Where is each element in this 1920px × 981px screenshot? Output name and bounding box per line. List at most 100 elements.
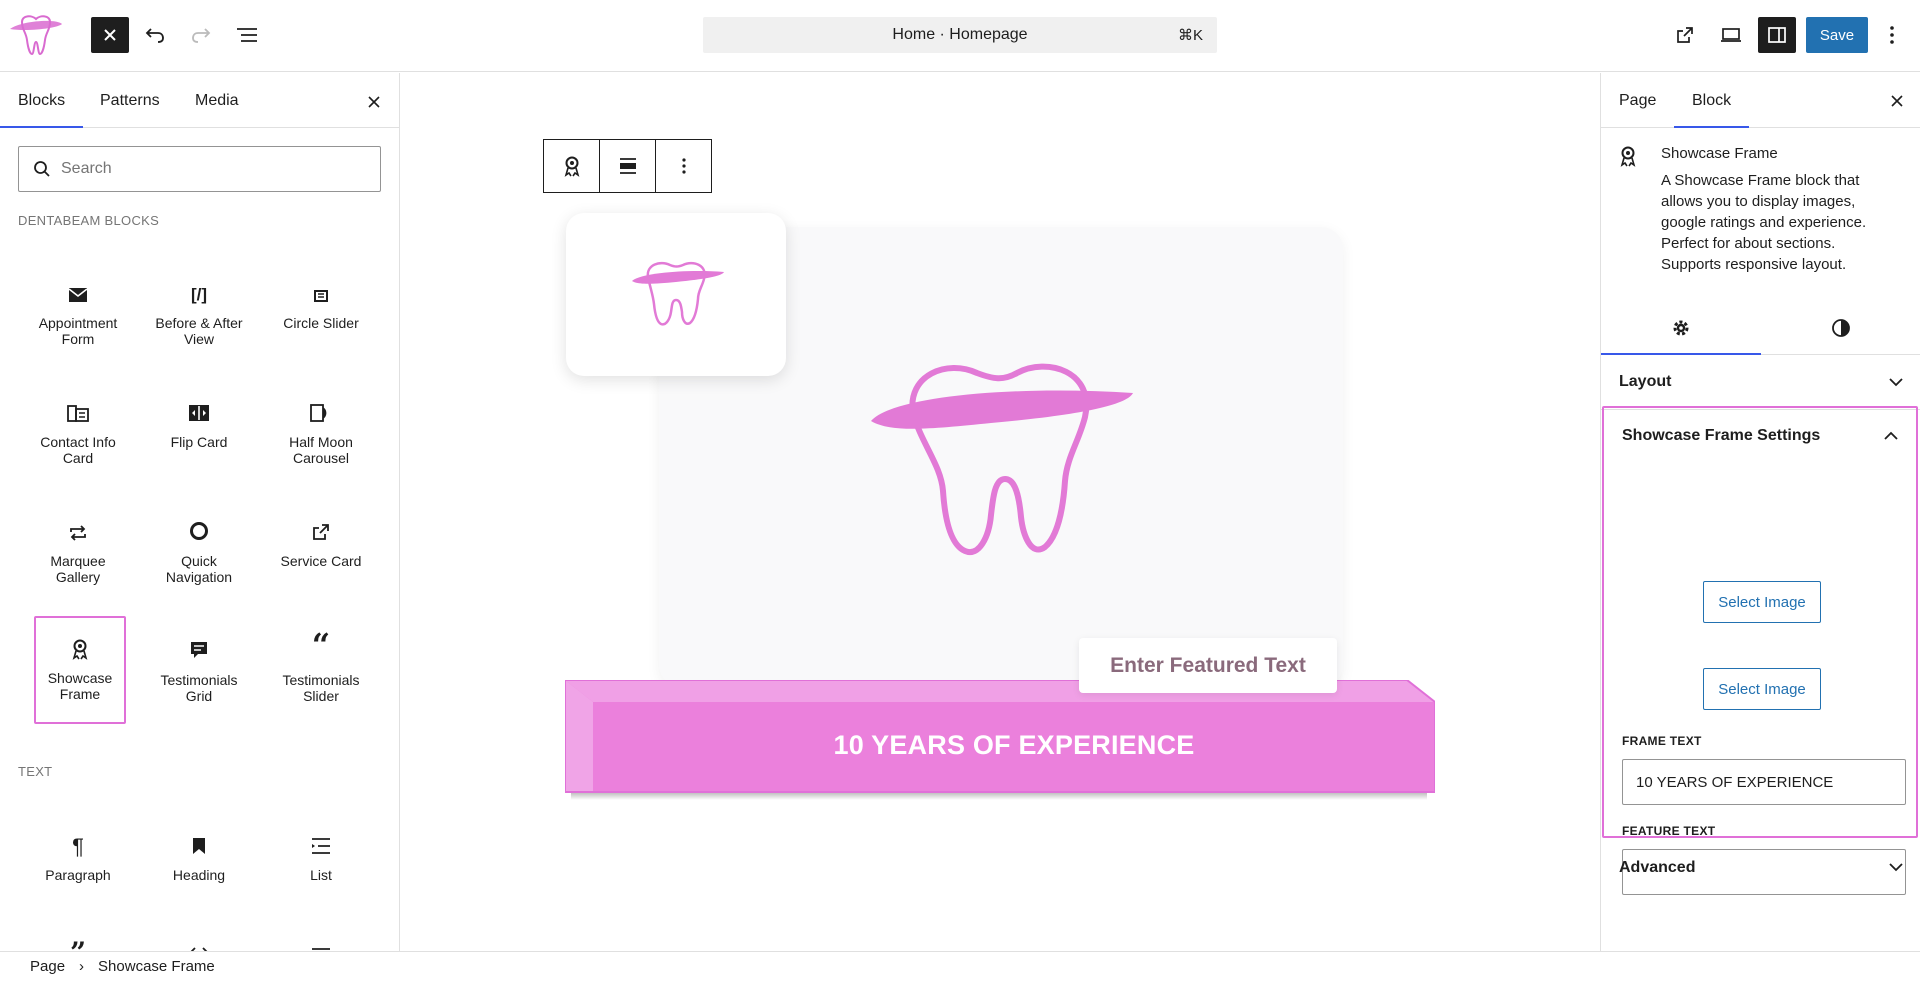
top-toolbar: Home · Homepage ⌘K Save (0, 0, 1920, 72)
block-testimonials-slider[interactable]: “ Testimonials Slider (275, 626, 367, 704)
tab-styles[interactable] (1761, 300, 1920, 355)
feature-text-label: FEATURE TEXT (1622, 824, 1716, 838)
block-label: Before & After View (155, 315, 243, 347)
search-placeholder: Search (61, 160, 112, 177)
redo-button[interactable] (182, 17, 220, 53)
chevron-down-icon (1889, 863, 1903, 872)
code-brackets-icon: [/] (190, 285, 208, 304)
search-icon (34, 161, 50, 177)
featured-text[interactable]: Enter Featured Text (1079, 638, 1337, 693)
breadcrumb: Page › Showcase Frame (0, 951, 1920, 981)
quote-icon: “ (311, 626, 331, 664)
frame-text-input[interactable]: 10 YEARS OF EXPERIENCE (1622, 759, 1906, 805)
award-icon (1620, 146, 1636, 167)
frame-text-label: FRAME TEXT (1622, 734, 1702, 748)
external-link-icon (275, 511, 367, 541)
select-image-button[interactable]: Select Image (1703, 581, 1821, 623)
repeat-icon (32, 511, 124, 541)
editor-canvas[interactable]: 10 YEARS OF EXPERIENCE Enter Featured Te… (401, 73, 1599, 951)
tab-patterns[interactable]: Patterns (82, 73, 178, 128)
block-testimonials-grid[interactable]: Testimonials Grid (153, 630, 245, 704)
breadcrumb-root[interactable]: Page (30, 958, 65, 975)
tab-page[interactable]: Page (1601, 73, 1674, 128)
block-description: A Showcase Frame block that allows you t… (1661, 172, 1867, 273)
block-label: Quick Navigation (165, 553, 233, 585)
block-details[interactable] (275, 931, 367, 951)
settings-style-tabs (1601, 300, 1920, 355)
block-list[interactable]: List (275, 825, 367, 883)
contrast-icon (1832, 318, 1850, 337)
block-label: Circle Slider (283, 315, 359, 331)
showcase-frame-settings-panel: Showcase Frame Settings Select Image Sel… (1602, 406, 1918, 895)
block-label: Showcase Frame (47, 670, 113, 702)
sidebar-icon (1768, 27, 1786, 43)
breadcrumb-current[interactable]: Showcase Frame (98, 958, 215, 975)
settings-toggle-button[interactable] (1758, 17, 1796, 53)
block-flip-card[interactable]: Flip Card (153, 392, 245, 450)
block-quote[interactable]: ” (32, 931, 124, 952)
search-input[interactable]: Search (18, 146, 381, 192)
document-overview-button[interactable] (228, 17, 266, 53)
block-before-after[interactable]: [/] Before & After View (153, 273, 245, 347)
layout-panel-toggle[interactable]: Layout (1601, 355, 1920, 410)
award-icon (564, 156, 579, 177)
showcase-secondary-image-card[interactable] (566, 213, 786, 376)
undo-button[interactable] (136, 17, 174, 53)
block-showcase-frame[interactable]: Showcase Frame (34, 616, 126, 724)
paragraph-icon: ¶ (72, 834, 84, 859)
block-label: Testimonials Grid (160, 672, 238, 704)
block-label: Marquee Gallery (50, 553, 106, 585)
view-page-button[interactable] (1666, 17, 1704, 53)
envelope-icon (32, 273, 124, 303)
block-contact-info-card[interactable]: Contact Info Card (32, 392, 124, 466)
redo-icon (192, 28, 211, 43)
tab-settings[interactable] (1601, 300, 1761, 355)
chevron-down-icon (1889, 377, 1903, 386)
flip-card-icon (153, 392, 245, 422)
align-wide-icon (619, 158, 636, 174)
slider-icon (275, 273, 367, 303)
tab-blocks[interactable]: Blocks (0, 73, 83, 128)
block-options-button[interactable] (656, 140, 711, 192)
options-button[interactable] (1874, 17, 1910, 53)
close-inserter-button[interactable] (91, 17, 129, 53)
tab-block[interactable]: Block (1674, 73, 1749, 128)
block-label: List (310, 867, 332, 883)
more-vertical-icon (681, 158, 686, 174)
award-icon (36, 630, 124, 660)
section-label-dentabeam: DENTABEAM BLOCKS (18, 213, 160, 228)
settings-sidebar: Page Block Showcase Frame A Showcase Fra… (1600, 73, 1920, 951)
settings-panel-toggle[interactable]: Showcase Frame Settings (1604, 408, 1916, 463)
close-icon[interactable] (367, 89, 381, 115)
command-palette-button[interactable]: Home · Homepage ⌘K (703, 17, 1217, 53)
tab-media[interactable]: Media (177, 73, 257, 128)
block-heading[interactable]: Heading (153, 825, 245, 883)
save-button[interactable]: Save (1806, 17, 1868, 53)
desktop-icon (1721, 28, 1741, 42)
block-marquee-gallery[interactable]: Marquee Gallery (32, 511, 124, 585)
select-image-button[interactable]: Select Image (1703, 668, 1821, 710)
undo-icon (145, 28, 164, 43)
frame-text[interactable]: 10 YEARS OF EXPERIENCE (594, 730, 1434, 761)
quote-icon: ” (32, 931, 124, 952)
block-label: Heading (172, 867, 226, 883)
comment-icon (153, 630, 245, 660)
site-logo-icon[interactable] (8, 12, 64, 58)
block-quick-navigation[interactable]: Quick Navigation (153, 511, 245, 585)
block-code[interactable] (153, 931, 245, 951)
align-button[interactable] (600, 140, 656, 192)
sidebar-tabs: Page Block (1601, 73, 1920, 128)
details-icon (275, 931, 367, 951)
gear-icon (1673, 320, 1689, 335)
block-label: Appointment Form (38, 315, 118, 347)
block-appointment-form[interactable]: Appointment Form (32, 273, 124, 347)
block-circle-slider[interactable]: Circle Slider (275, 273, 367, 331)
close-icon[interactable] (1890, 88, 1904, 114)
block-paragraph[interactable]: ¶ Paragraph (32, 825, 124, 884)
device-preview-button[interactable] (1712, 17, 1750, 53)
block-type-button[interactable] (544, 140, 600, 192)
settings-label: Showcase Frame Settings (1622, 426, 1821, 444)
block-half-moon-carousel[interactable]: Half Moon Carousel (275, 392, 367, 466)
advanced-panel-toggle[interactable]: Advanced (1601, 840, 1920, 895)
block-service-card[interactable]: Service Card (275, 511, 367, 569)
